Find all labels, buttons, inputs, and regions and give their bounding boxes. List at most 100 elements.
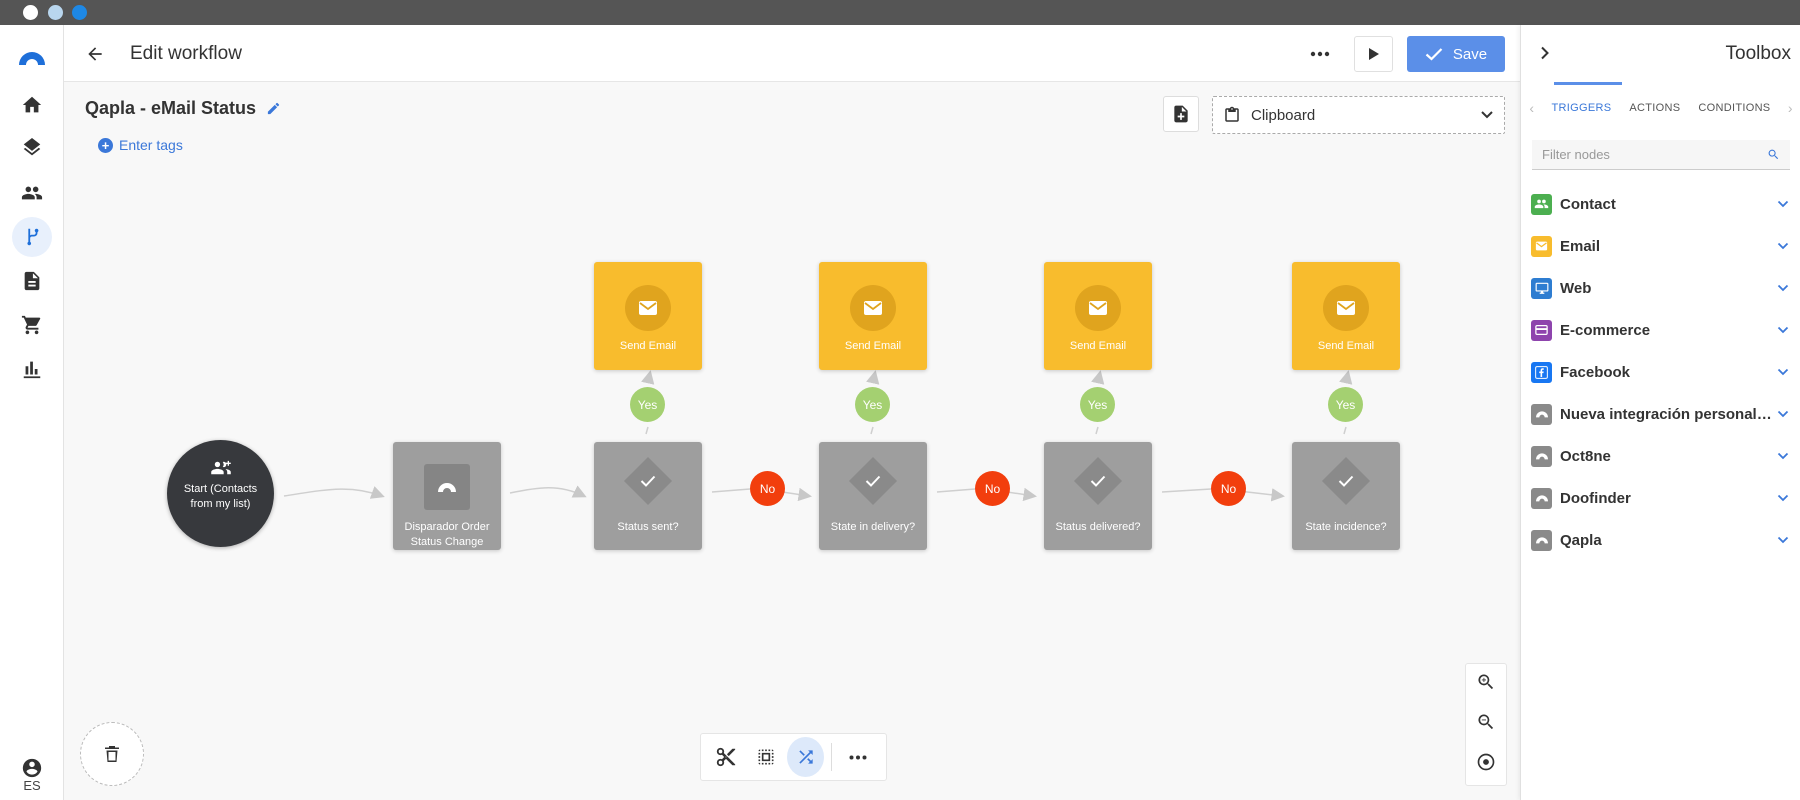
category-custom-integration[interactable]: Nueva integración personalizada	[1531, 394, 1793, 434]
nav-cart[interactable]	[12, 305, 52, 345]
facebook-icon	[1531, 361, 1552, 383]
category-label: E-commerce	[1560, 321, 1651, 339]
toolbox-tabs: ‹ TRIGGERS ACTIONS CONDITIONS ›	[1521, 85, 1800, 130]
shuffle-icon	[798, 750, 813, 764]
chevron-down-icon	[1773, 200, 1793, 208]
tab-triggers[interactable]: TRIGGERS	[1543, 102, 1621, 114]
trigger-node[interactable]: Disparador Order Status Change	[393, 442, 501, 550]
tab-actions[interactable]: ACTIONS	[1620, 102, 1689, 114]
nav-reports[interactable]	[12, 349, 52, 389]
save-button[interactable]: Save	[1407, 36, 1505, 72]
window-maximize-dot[interactable]	[72, 5, 87, 20]
trigger-box	[424, 464, 470, 510]
contact-icon	[1531, 193, 1552, 215]
send-email-label: Send Email	[1317, 340, 1375, 352]
chevron-down-icon	[1773, 452, 1793, 460]
back-button[interactable]	[82, 41, 108, 67]
category-label: Contact	[1560, 195, 1616, 213]
zoom-in-icon	[1478, 674, 1494, 689]
collapse-toolbox-button[interactable]	[1533, 41, 1557, 65]
condition-node[interactable]: State in delivery?	[819, 442, 927, 550]
filter-nodes-input[interactable]	[1542, 147, 1767, 162]
recenter-button[interactable]	[1476, 752, 1496, 777]
condition-node[interactable]: Status sent?	[594, 442, 702, 550]
select-all-button[interactable]	[747, 737, 784, 777]
document-icon	[24, 271, 40, 291]
run-workflow-button[interactable]	[1354, 36, 1393, 72]
yes-branch-badge[interactable]: Yes	[630, 387, 665, 422]
check-icon	[865, 475, 881, 487]
monitor-icon	[1531, 277, 1552, 299]
no-branch-badge[interactable]: No	[750, 471, 785, 506]
chevron-right-icon	[1541, 46, 1549, 60]
nav-layers[interactable]	[12, 129, 52, 169]
zoom-out-button[interactable]	[1476, 712, 1496, 737]
category-contact[interactable]: Contact	[1531, 184, 1793, 224]
category-label: Web	[1560, 279, 1592, 297]
tabs-scroll-left-icon[interactable]: ‹	[1521, 100, 1543, 116]
category-email[interactable]: Email	[1531, 226, 1793, 266]
category-ecommerce[interactable]: E-commerce	[1531, 310, 1793, 350]
no-branch-badge[interactable]: No	[975, 471, 1010, 506]
target-icon	[1477, 753, 1495, 771]
send-email-node[interactable]: Send Email	[819, 262, 927, 370]
edge-cond1-no	[711, 488, 751, 493]
trash-icon	[105, 746, 119, 762]
send-email-label: Send Email	[1069, 340, 1127, 352]
page-title: Edit workflow	[130, 43, 242, 64]
layers-icon	[23, 138, 41, 156]
category-web[interactable]: Web	[1531, 268, 1793, 308]
yes-branch-badge[interactable]: Yes	[855, 387, 890, 422]
yes-branch-badge[interactable]: Yes	[1328, 387, 1363, 422]
chevron-down-icon	[1773, 242, 1793, 250]
language-indicator[interactable]: ES	[0, 778, 64, 793]
condition-node[interactable]: State incidence?	[1292, 442, 1400, 550]
envelope-icon	[850, 285, 896, 331]
chevron-down-icon	[1773, 494, 1793, 502]
edge-start-trigger	[283, 486, 385, 499]
group-add-icon	[210, 460, 231, 475]
more-options-button[interactable]	[1305, 39, 1335, 69]
canvas-toolbar	[700, 733, 887, 781]
integration-icon	[438, 483, 456, 492]
condition-diamond	[1073, 456, 1123, 506]
send-email-node[interactable]: Send Email	[1292, 262, 1400, 370]
app-logo[interactable]	[16, 45, 48, 67]
select-area-icon	[758, 749, 774, 765]
condition-diamond-shape	[623, 456, 673, 506]
nav-home[interactable]	[12, 85, 52, 125]
nav-documents[interactable]	[12, 261, 52, 301]
condition-diamond	[848, 456, 898, 506]
category-facebook[interactable]: Facebook	[1531, 352, 1793, 392]
category-qapla[interactable]: Qapla	[1531, 520, 1793, 560]
send-email-node[interactable]: Send Email	[1044, 262, 1152, 370]
nav-workflows[interactable]	[12, 217, 52, 257]
send-email-node[interactable]: Send Email	[594, 262, 702, 370]
zoom-in-button[interactable]	[1476, 672, 1496, 697]
condition-label: Status delivered?	[1055, 521, 1141, 533]
tabs-scroll-right-icon[interactable]: ›	[1779, 100, 1800, 116]
tab-conditions[interactable]: CONDITIONS	[1689, 102, 1779, 114]
workflow-canvas[interactable]: Qapla - eMail Status + Enter tags Clipbo…	[64, 82, 1520, 800]
filter-nodes	[1532, 140, 1790, 170]
condition-node[interactable]: Status delivered?	[1044, 442, 1152, 550]
category-label: Doofinder	[1560, 489, 1631, 507]
edge-trigger-cond1	[509, 485, 587, 498]
delete-node-dropzone[interactable]	[80, 722, 144, 786]
integration-icon	[1531, 403, 1552, 425]
start-node[interactable]: Start (Contacts from my list)	[167, 440, 274, 547]
yes-branch-badge[interactable]: Yes	[1080, 387, 1115, 422]
cut-button[interactable]	[707, 737, 744, 777]
nav-people[interactable]	[12, 173, 52, 213]
chevron-down-icon	[1773, 368, 1793, 376]
window-close-dot[interactable]	[23, 5, 38, 20]
window-minimize-dot[interactable]	[48, 5, 63, 20]
envelope-icon	[1075, 285, 1121, 331]
category-doofinder[interactable]: Doofinder	[1531, 478, 1793, 518]
auto-layout-button[interactable]	[787, 737, 825, 777]
category-oct8ne[interactable]: Oct8ne	[1531, 436, 1793, 476]
scissors-icon	[716, 747, 735, 767]
workflow-icon	[27, 228, 39, 246]
toolbar-more-button[interactable]	[840, 737, 877, 777]
no-branch-badge[interactable]: No	[1211, 471, 1246, 506]
